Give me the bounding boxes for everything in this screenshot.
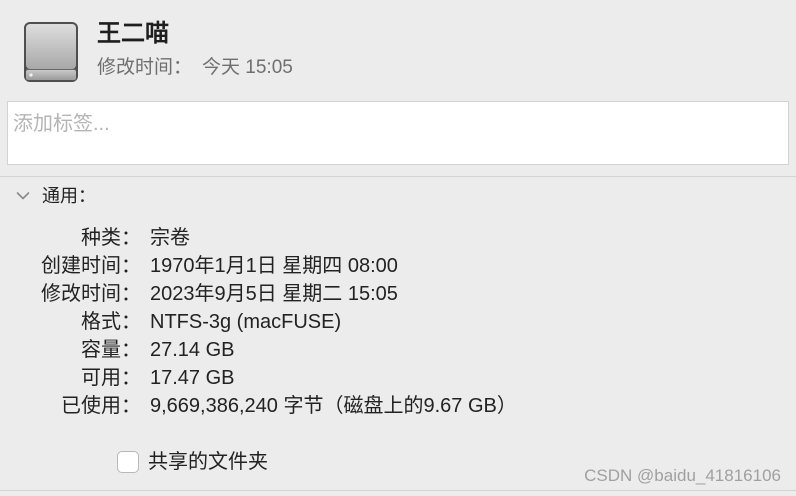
- info-label: 容量：: [81, 339, 141, 361]
- info-label: 格式：: [81, 311, 141, 333]
- info-value: 9,669,386,240 字节（磁盘上的9.67 GB）: [150, 395, 517, 417]
- info-label: 修改时间：: [41, 283, 141, 305]
- info-row-modified: 修改时间： 2023年9月5日 星期二 15:05: [0, 280, 796, 308]
- volume-title: 王二喵: [97, 20, 169, 47]
- general-section-label: 通用：: [42, 186, 96, 206]
- modified-summary-label: 修改时间：: [97, 57, 193, 78]
- shared-folder-label[interactable]: 共享的文件夹: [148, 448, 268, 476]
- shared-folder-checkbox[interactable]: [117, 451, 139, 473]
- info-value: NTFS-3g (macFUSE): [150, 311, 342, 333]
- info-value: 2023年9月5日 星期二 15:05: [150, 283, 398, 305]
- info-label: 可用：: [81, 367, 141, 389]
- bottom-divider: [0, 490, 796, 491]
- info-row-capacity: 容量： 27.14 GB: [0, 336, 796, 364]
- external-drive-icon: [24, 22, 78, 82]
- info-value: 宗卷: [150, 227, 190, 249]
- info-row-used: 已使用： 9,669,386,240 字节（磁盘上的9.67 GB）: [0, 392, 796, 420]
- modified-summary: 修改时间： 今天 15:05: [97, 55, 293, 81]
- general-info-list: 种类： 宗卷 创建时间： 1970年1月1日 星期四 08:00 修改时间： 2…: [0, 224, 796, 420]
- info-label: 创建时间：: [41, 255, 141, 277]
- get-info-window: 王二喵 修改时间： 今天 15:05 通用： 种类： 宗卷 创建时间： 1970年…: [0, 0, 796, 496]
- info-label: 已使用：: [61, 395, 141, 417]
- general-section-toggle[interactable]: 通用：: [16, 183, 96, 209]
- info-row-format: 格式： NTFS-3g (macFUSE): [0, 308, 796, 336]
- info-value: 27.14 GB: [150, 339, 235, 361]
- watermark-text: CSDN @baidu_41816106: [584, 466, 781, 485]
- info-row-available: 可用： 17.47 GB: [0, 364, 796, 392]
- section-divider: [0, 176, 796, 177]
- info-row-created: 创建时间： 1970年1月1日 星期四 08:00: [0, 252, 796, 280]
- modified-summary-value: 今天 15:05: [202, 57, 293, 78]
- tags-input[interactable]: [7, 101, 789, 165]
- info-value: 17.47 GB: [150, 367, 235, 389]
- chevron-down-icon: [16, 192, 30, 200]
- info-label: 种类：: [81, 227, 141, 249]
- info-row-kind: 种类： 宗卷: [0, 224, 796, 252]
- info-value: 1970年1月1日 星期四 08:00: [150, 255, 398, 277]
